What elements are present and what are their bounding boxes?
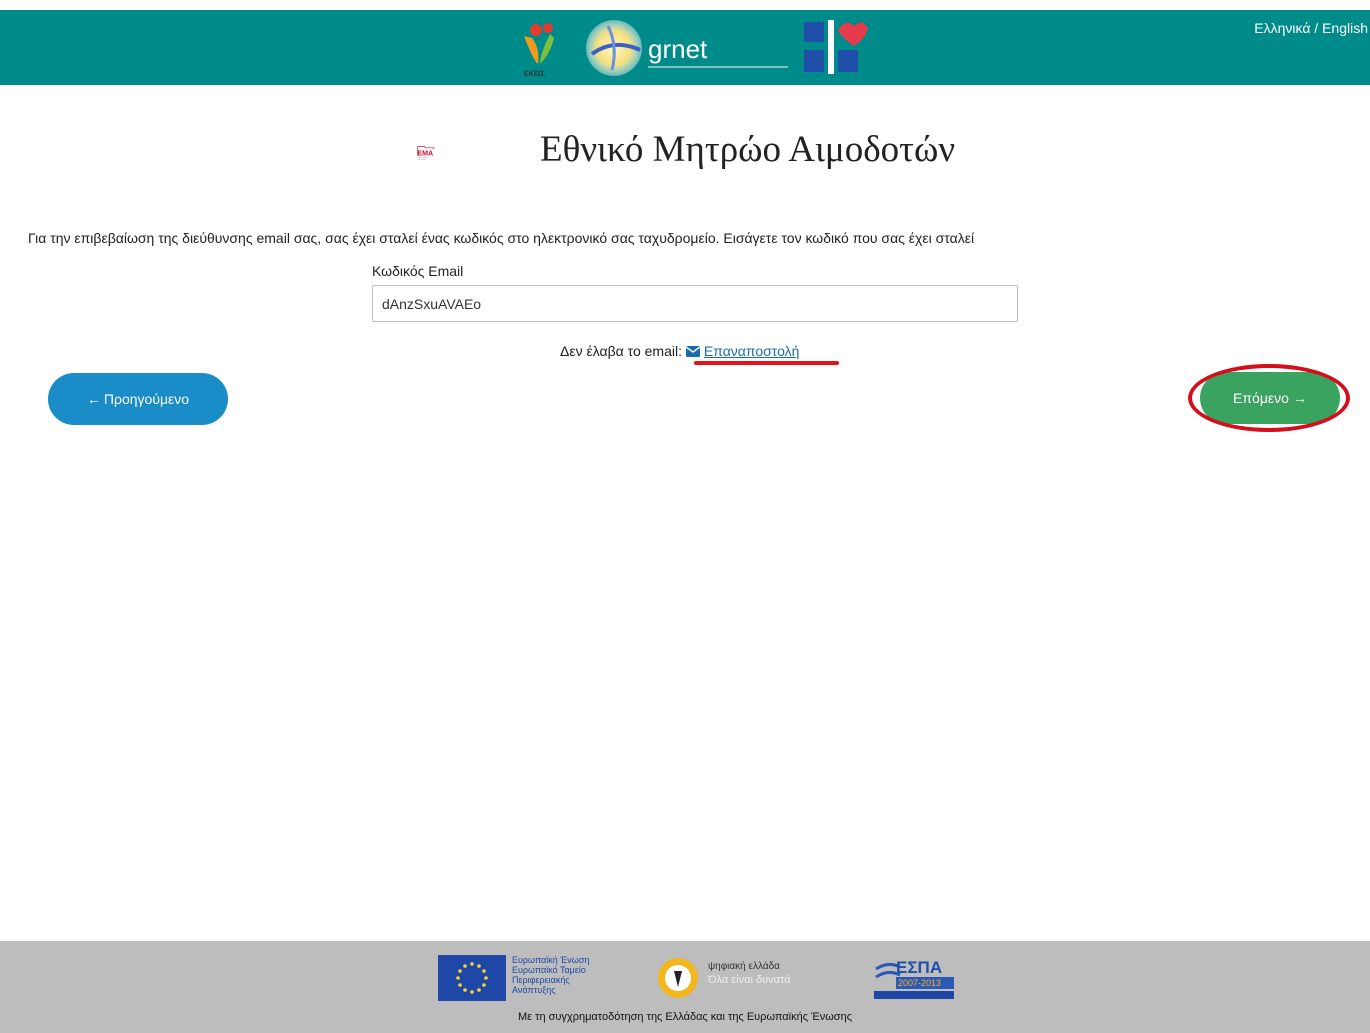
ema-logo: ΕΜΑ ΕΘΝΙΚΟ ΜΗΤΡΩΟ ΑΙΜΟΔΟΤΩΝ [417, 146, 435, 161]
eu-text-line: Περιφερειακής [512, 975, 570, 985]
svg-text:ΕΜΑ: ΕΜΑ [417, 150, 433, 158]
resend-highlight-underline [694, 361, 839, 365]
cofinancing-text: Με τη συγχρηματοδότηση της Ελλάδας και τ… [517, 1011, 853, 1023]
eu-flag-icon [438, 955, 506, 1001]
previous-label: Προηγούμενο [103, 391, 190, 407]
eu-text-line: Ευρωπαϊκό Ταμείο [512, 965, 586, 975]
header-bar: εκεα. grnet Ελληνικά / English [0, 10, 1370, 85]
svg-text:ψηφιακή ελλάδα: ψηφιακή ελλάδα [708, 960, 780, 972]
digital-greece-logo: ψηφιακή ελλάδα Όλα είναι δυνατά [658, 958, 791, 998]
next-label: Επόμενο [1233, 390, 1289, 406]
eu-text-line: Ανάπτυξης [512, 985, 556, 995]
email-code-input[interactable] [372, 285, 1018, 322]
medical-cross-logo [804, 20, 868, 74]
next-button[interactable]: Επόμενο → [1200, 372, 1340, 424]
espa-logo: ΕΣΠΑ 2007-2013 [874, 958, 954, 999]
svg-text:ΕΣΠΑ: ΕΣΠΑ [896, 958, 942, 977]
envelope-icon [685, 346, 700, 357]
arrow-right-icon: → [1292, 390, 1307, 406]
code-field-label: Κωδικός Email [372, 263, 464, 279]
eu-fund-text: Ευρωπαϊκή Ένωση Ευρωπαϊκό Ταμείο Περιφερ… [512, 955, 589, 995]
grnet-logo: grnet [586, 20, 788, 76]
instructions-text: Για την επιβεβαίωση της διεύθυνσης email… [28, 230, 975, 246]
resend-row: Δεν έλαβα το email: Επαναποστολή [560, 343, 799, 359]
resend-link[interactable]: Επαναποστολή [685, 343, 800, 359]
ekea-logo: εκεα. [524, 23, 554, 79]
svg-text:grnet: grnet [648, 34, 708, 64]
arrow-left-icon: ← [86, 391, 101, 407]
resend-link-label: Επαναποστολή [703, 343, 800, 359]
resend-prompt: Δεν έλαβα το email: [560, 343, 682, 359]
svg-text:Όλα είναι δυνατά: Όλα είναι δυνατά [707, 974, 791, 986]
previous-button[interactable]: ← Προηγούμενο [48, 373, 228, 425]
page-title: Εθνικό Μητρώο Αιμοδοτών [540, 129, 956, 170]
eu-text-line: Ευρωπαϊκή Ένωση [512, 955, 590, 965]
svg-text:εκεα.: εκεα. [524, 68, 546, 79]
svg-text:2007-2013: 2007-2013 [898, 978, 941, 988]
footer: Ευρωπαϊκή Ένωση Ευρωπαϊκό Ταμείο Περιφερ… [0, 941, 1370, 1033]
language-switch[interactable]: Ελληνικά / English [1254, 20, 1368, 36]
